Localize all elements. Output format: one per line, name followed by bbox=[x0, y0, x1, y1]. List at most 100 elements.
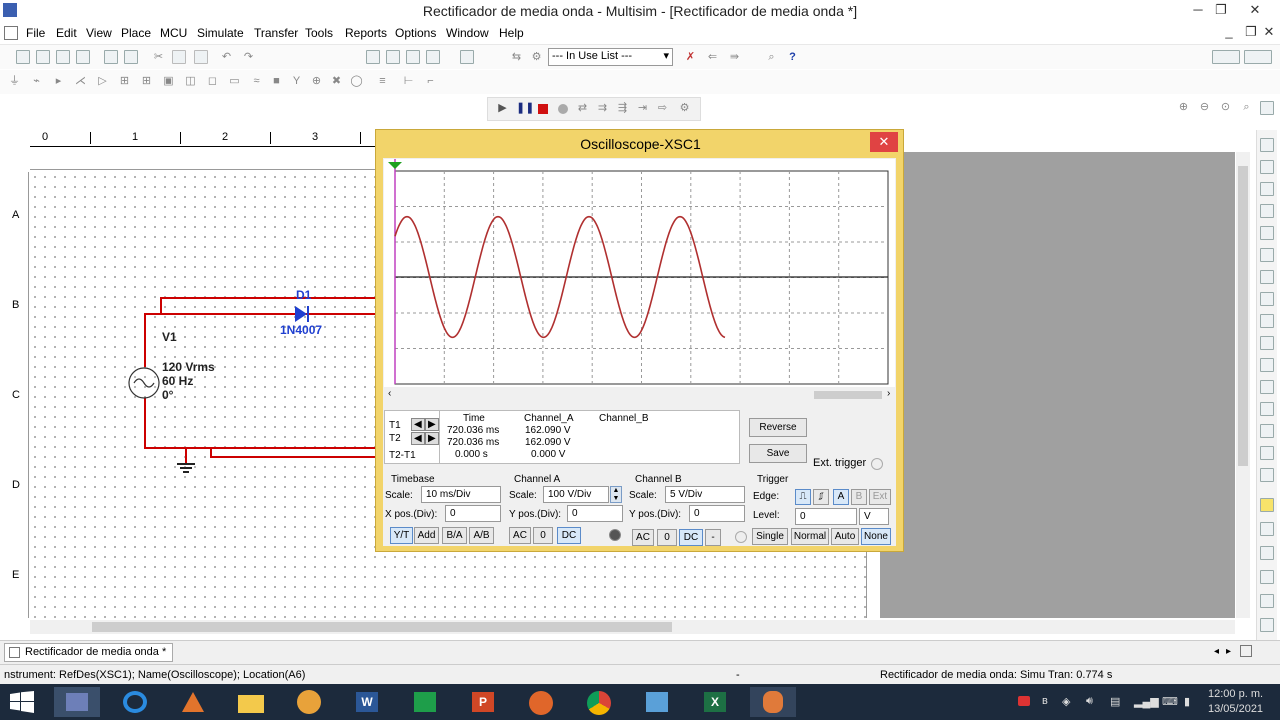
doc-restore-button[interactable]: ❐ bbox=[1242, 22, 1260, 44]
vertical-scrollbar[interactable] bbox=[1236, 152, 1250, 618]
taskbar-app-icon[interactable] bbox=[286, 687, 332, 717]
ext-trigger-terminal-icon[interactable] bbox=[871, 458, 883, 470]
place-ttl-icon[interactable]: ⊞ bbox=[118, 75, 131, 88]
taskbar-hand-icon[interactable] bbox=[750, 687, 796, 717]
place-cmos-icon[interactable]: ⊞ bbox=[140, 75, 153, 88]
oscilloscope-close-button[interactable]: ✕ bbox=[870, 132, 898, 152]
oscilloscope-icon[interactable] bbox=[1260, 204, 1274, 218]
wire-source-top[interactable] bbox=[144, 313, 146, 367]
close-button[interactable]: ✕ bbox=[1240, 0, 1270, 22]
trigger-auto-button[interactable]: Auto bbox=[831, 528, 859, 545]
channel-b-dc-button[interactable]: DC bbox=[679, 529, 703, 546]
place-mcu-icon[interactable]: ✖ bbox=[330, 75, 343, 88]
wire-diode[interactable] bbox=[144, 313, 376, 315]
channel-a-dc-button[interactable]: DC bbox=[557, 527, 581, 544]
logic-converter-icon[interactable] bbox=[1260, 314, 1274, 328]
edge-rising-icon[interactable]: ⎍ bbox=[795, 489, 811, 505]
tray-network-icon[interactable]: ▤ bbox=[1110, 695, 1120, 708]
agilent-oscilloscope-icon[interactable] bbox=[1260, 618, 1274, 632]
menu-view[interactable]: View bbox=[86, 26, 112, 40]
reverse-button[interactable]: Reverse bbox=[749, 418, 807, 437]
document-icon[interactable] bbox=[4, 26, 18, 40]
t2-left-arrow-icon[interactable]: ◀ bbox=[411, 432, 425, 445]
measurement-probe-icon[interactable] bbox=[1260, 570, 1274, 584]
place-indicator-icon[interactable]: ◻ bbox=[206, 75, 219, 88]
function-generator-icon[interactable] bbox=[1260, 160, 1274, 174]
erc-icon[interactable]: ✗ bbox=[684, 51, 697, 64]
zoom-fit-icon[interactable]: ⌕ bbox=[1240, 101, 1253, 114]
taskbar-spreadsheet-icon[interactable] bbox=[402, 687, 448, 717]
taskbar-explorer-icon[interactable] bbox=[228, 687, 274, 717]
menu-place[interactable]: Place bbox=[121, 26, 151, 40]
multimeter-icon[interactable] bbox=[1260, 138, 1274, 152]
tab-scroll-left-icon[interactable]: ◂ bbox=[1214, 646, 1219, 657]
channel-b-ypos-field[interactable]: 0 bbox=[689, 505, 745, 522]
copy-icon[interactable] bbox=[172, 50, 186, 64]
menu-transfer[interactable]: Transfer bbox=[254, 26, 298, 40]
breakpoint-icon[interactable] bbox=[558, 104, 568, 114]
place-source-icon[interactable]: ⏚ bbox=[8, 75, 21, 88]
electrical-rules-icon[interactable]: ⚙ bbox=[530, 51, 543, 64]
tray-keyboard-icon[interactable]: ⌨ bbox=[1162, 695, 1178, 708]
step-icon[interactable]: ⇄ bbox=[576, 102, 589, 115]
place-electromech-icon[interactable]: ⊕ bbox=[310, 75, 323, 88]
menu-mcu[interactable]: MCU bbox=[160, 26, 187, 40]
channel-b-zero-button[interactable]: 0 bbox=[657, 529, 677, 546]
toggle-fullscreen-icon[interactable] bbox=[366, 50, 380, 64]
postprocessor-icon[interactable] bbox=[426, 50, 440, 64]
place-ni-icon[interactable]: ◯ bbox=[350, 75, 363, 88]
taskbar-matlab-icon[interactable] bbox=[170, 687, 216, 717]
place-advanced-icon[interactable]: ■ bbox=[270, 75, 283, 88]
taskbar-control-panel-icon[interactable] bbox=[634, 687, 680, 717]
taskbar-firefox-icon[interactable] bbox=[518, 687, 564, 717]
open-folder-icon[interactable] bbox=[36, 50, 50, 64]
mode-add-button[interactable]: Add bbox=[414, 527, 439, 544]
horizontal-scrollbar[interactable] bbox=[30, 620, 1235, 634]
taskbar-powerpoint-icon[interactable]: P bbox=[460, 687, 506, 717]
scope-scroll-thumb[interactable] bbox=[814, 391, 882, 399]
channel-a-terminal-icon[interactable] bbox=[609, 529, 621, 541]
place-misc-digital-icon[interactable]: ▣ bbox=[162, 75, 175, 88]
place-misc-icon[interactable]: ≈ bbox=[250, 75, 263, 88]
channel-b-scale-field[interactable]: 5 V/Div bbox=[665, 486, 745, 503]
paste-icon[interactable] bbox=[194, 50, 208, 64]
diode-symbol[interactable] bbox=[292, 305, 312, 323]
wattmeter-icon[interactable] bbox=[1260, 182, 1274, 196]
network-analyzer-icon[interactable] bbox=[1260, 424, 1274, 438]
timebase-xpos-field[interactable]: 0 bbox=[445, 505, 501, 522]
ac-source-symbol[interactable] bbox=[126, 365, 162, 401]
pause-icon[interactable]: ❚❚ bbox=[516, 102, 534, 115]
spreadsheet-icon[interactable] bbox=[386, 50, 400, 64]
word-generator-icon[interactable] bbox=[1260, 292, 1274, 306]
menu-help[interactable]: Help bbox=[499, 26, 524, 40]
doc-minimize-button[interactable]: _ bbox=[1220, 22, 1238, 44]
mode-ba-button[interactable]: B/A bbox=[442, 527, 467, 544]
place-basic-icon[interactable]: ⌁ bbox=[30, 75, 43, 88]
taskbar-excel-icon[interactable]: X bbox=[692, 687, 738, 717]
database-icon[interactable] bbox=[460, 50, 474, 64]
channel-a-scale-spinner-icon[interactable]: ▲ ▼ bbox=[610, 486, 622, 503]
horizontal-scroll-thumb[interactable] bbox=[92, 622, 672, 632]
forward-annotate-icon[interactable]: ⇛ bbox=[728, 51, 741, 64]
timebase-scale-field[interactable]: 10 ms/Div bbox=[421, 486, 501, 503]
trigger-level-field[interactable]: 0 bbox=[795, 508, 857, 525]
grapher-icon[interactable] bbox=[406, 50, 420, 64]
tab-scroll-right-icon[interactable]: ▸ bbox=[1226, 646, 1231, 657]
probe-icon[interactable]: ⚙ bbox=[678, 102, 691, 115]
scope-scrollbar[interactable]: ‹ › bbox=[384, 388, 895, 402]
tray-record-icon[interactable] bbox=[1018, 696, 1030, 706]
channel-b-ac-button[interactable]: AC bbox=[632, 529, 654, 546]
doc-close-button[interactable]: ✕ bbox=[1260, 22, 1278, 44]
step-out-icon[interactable]: ⇥ bbox=[636, 102, 649, 115]
channel-b-minus-button[interactable]: - bbox=[705, 529, 721, 546]
edge-falling-icon[interactable]: ⎎ bbox=[813, 489, 829, 505]
wire-top[interactable] bbox=[160, 297, 376, 299]
in-use-list-select[interactable]: --- In Use List --- ▾ bbox=[548, 48, 673, 66]
step-over-icon[interactable]: ⇶ bbox=[616, 102, 629, 115]
taskbar-chrome-icon[interactable] bbox=[576, 687, 622, 717]
search-icon[interactable]: ⌕ bbox=[765, 51, 778, 64]
place-diode-icon[interactable]: ▸ bbox=[52, 75, 65, 88]
new-file-icon[interactable] bbox=[16, 50, 30, 64]
vertical-scroll-thumb[interactable] bbox=[1238, 166, 1248, 466]
trigger-level-unit-select[interactable]: V bbox=[859, 508, 889, 525]
